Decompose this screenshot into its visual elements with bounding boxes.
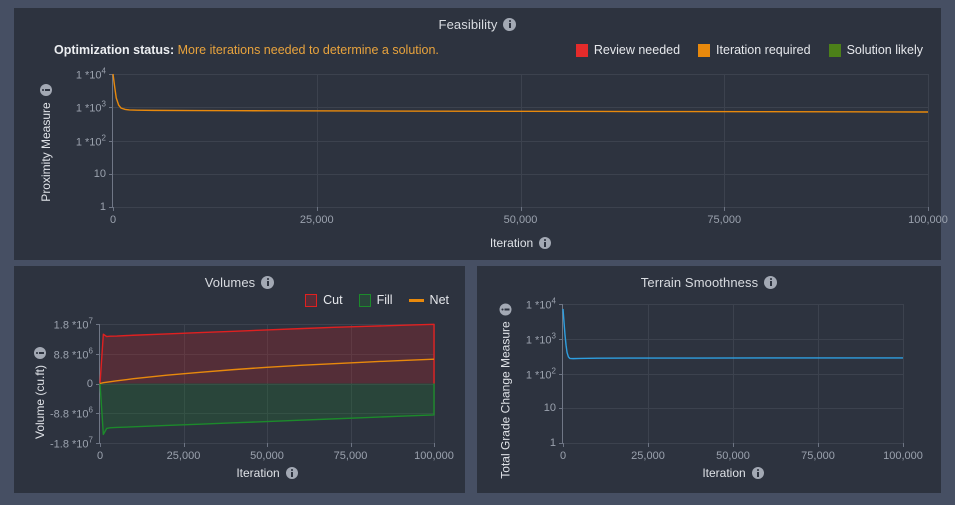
feasibility-y-axis-label: Proximity Measure: [39, 102, 53, 202]
feasibility-plot: 1 10 1 *102 1 *103 1 *104 0 25,000 50,000 75,000…: [76, 67, 948, 226]
gridline-vertical: [903, 304, 904, 443]
y-tick-label: -8.8 *106: [50, 405, 93, 420]
terrain-plot: 1 10 1 *102 1 *103 1 *104 0 25,000 50,000 75,000…: [526, 297, 923, 462]
feasibility-title-row: Feasibility: [14, 8, 941, 32]
series-canvas: [112, 73, 929, 113]
volumes-x-axis-label: Iteration: [236, 466, 280, 480]
info-icon[interactable]: [499, 303, 512, 316]
y-tick-label: 1 *103: [75, 99, 106, 115]
legend-item-review-needed[interactable]: Review needed: [575, 43, 681, 57]
series-line-total-grade-change-measure: [562, 308, 904, 360]
terrain-x-axis-title: Iteration: [563, 466, 903, 480]
feasibility-x-axis-label: Iteration: [489, 236, 534, 250]
legend-label-review-needed: Review needed: [593, 43, 681, 57]
terrain-y-axis-title: Total Grade Change Measure: [499, 284, 513, 499]
volumes-y-axis-title: Volume (cu.ft): [33, 323, 47, 463]
x-tick-label: 0: [96, 450, 104, 462]
volumes-title: Volumes: [204, 275, 256, 290]
feasibility-legend: Review needed Iteration required Solutio…: [575, 43, 923, 57]
feasibility-header: Optimization status: More iterations nee…: [14, 39, 941, 61]
legend-swatch-iteration-required: [698, 43, 711, 57]
x-tick-label: 75,000: [707, 214, 742, 226]
legend-item-fill[interactable]: Fill: [358, 293, 393, 307]
optimization-status-label: Optimization status:: [54, 43, 175, 57]
series-canvas: [562, 308, 904, 360]
x-tick-label: 50,000: [503, 214, 538, 226]
x-tick-label: 50,000: [716, 450, 750, 462]
info-icon[interactable]: [285, 467, 298, 479]
y-tick-label: 10: [543, 402, 556, 415]
volumes-y-axis-label: Volume (cu.ft): [33, 364, 47, 440]
legend-item-iteration-required[interactable]: Iteration required: [698, 43, 811, 57]
x-tick-label: 75,000: [801, 450, 835, 462]
legend-swatch-fill: [358, 293, 371, 307]
volumes-legend: Cut Fill Net: [305, 293, 449, 307]
volumes-title-row: Volumes: [14, 266, 465, 290]
info-icon[interactable]: [34, 346, 46, 359]
terrain-title-row: Terrain Smoothness: [477, 266, 941, 290]
y-tick-label: -1.8 *107: [50, 435, 93, 451]
x-tick-label: 50,000: [250, 450, 284, 462]
info-icon[interactable]: [40, 84, 52, 97]
legend-label-iteration-required: Iteration required: [716, 43, 811, 57]
feasibility-x-axis-title: Iteration: [113, 236, 928, 250]
legend-label-solution-likely: Solution likely: [846, 43, 923, 57]
terrain-x-axis-label: Iteration: [702, 466, 746, 480]
x-tick-label: 75,000: [333, 450, 368, 462]
terrain-smoothness-panel: Terrain Smoothness Total Grade Change Me…: [477, 266, 941, 493]
y-tick-label: 1 *104: [75, 66, 106, 82]
optimization-dashboard: Feasibility Optimization status: More it…: [0, 0, 955, 505]
legend-item-solution-likely[interactable]: Solution likely: [828, 43, 923, 57]
terrain-title: Terrain Smoothness: [640, 275, 759, 290]
y-tick-label: 0: [86, 377, 93, 390]
y-tick-label: 10: [93, 167, 106, 180]
feasibility-title: Feasibility: [438, 17, 498, 32]
legend-label-net: Net: [429, 293, 449, 307]
x-tick-label: 100,000: [908, 214, 948, 226]
volumes-panel: Volumes Cut Fill Net Volume (cu.ft) -1.8…: [14, 266, 465, 493]
gridline-vertical: [928, 74, 929, 207]
info-icon[interactable]: [751, 467, 764, 479]
legend-swatch-cut: [305, 293, 318, 307]
volumes-plot: -1.8 *107 -8.8 *106 0 8.8 *106 1.8 *107 0 25,0…: [50, 317, 454, 462]
x-tick-label: 25,000: [299, 214, 334, 226]
info-icon[interactable]: [503, 18, 517, 31]
legend-item-cut[interactable]: Cut: [305, 293, 343, 307]
volumes-x-axis-title: Iteration: [100, 466, 434, 480]
legend-swatch-review-needed: [575, 43, 588, 57]
legend-label-cut: Cut: [323, 293, 343, 307]
x-tick-label: 0: [559, 450, 567, 462]
info-icon[interactable]: [764, 276, 778, 289]
legend-swatch-net: [408, 298, 424, 302]
y-tick-label: 1.8 *107: [53, 316, 93, 332]
x-tick-label: 100,000: [414, 450, 454, 462]
feasibility-y-axis-title: Proximity Measure: [39, 73, 53, 213]
x-tick-label: 25,000: [166, 450, 201, 462]
y-tick-label: 1 *102: [525, 366, 556, 381]
series-canvas: [99, 323, 435, 436]
feasibility-panel: Feasibility Optimization status: More it…: [14, 8, 948, 260]
y-tick-label: 8.8 *106: [53, 347, 93, 362]
x-tick-label: 0: [109, 214, 117, 226]
legend-swatch-solution-likely: [828, 43, 841, 57]
legend-item-net[interactable]: Net: [408, 293, 449, 307]
y-tick-label: 1 *102: [75, 133, 106, 148]
y-tick-label: 1 *103: [525, 331, 556, 347]
y-tick-label: 1 *104: [525, 296, 556, 312]
series-line-proximity-measure: [112, 73, 929, 113]
optimization-status: Optimization status: More iterations nee…: [54, 43, 439, 57]
x-tick-label: 25,000: [631, 450, 665, 462]
legend-label-fill: Fill: [376, 293, 393, 307]
terrain-y-axis-label: Total Grade Change Measure: [498, 321, 513, 479]
info-icon[interactable]: [539, 237, 552, 249]
x-tick-label: 100,000: [883, 450, 923, 462]
optimization-status-value: More iterations needed to determine a so…: [177, 43, 439, 57]
info-icon[interactable]: [261, 276, 275, 289]
series-area-cut: [100, 324, 434, 384]
